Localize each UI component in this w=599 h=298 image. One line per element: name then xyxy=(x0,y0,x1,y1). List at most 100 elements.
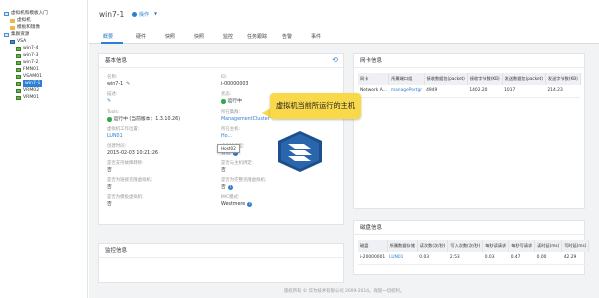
tree-item[interactable]: 虚拟机 xyxy=(0,17,87,24)
tab-task-tracking[interactable]: 任务跟踪 xyxy=(247,33,267,40)
disk-info-panel: 磁盘信息 磁盘 所属数据存储 读次数(次/秒) 写入次数(次/秒) 每秒读请求 每秒写请求… xyxy=(353,220,590,275)
active-tab-indicator xyxy=(101,42,123,44)
vm-icon xyxy=(16,67,21,72)
watermark-logo-icon xyxy=(278,131,322,172)
column-header[interactable]: 读时延(ms) xyxy=(534,240,563,252)
tree-item[interactable]: win7-1 xyxy=(0,80,87,87)
host-link[interactable]: Ho... xyxy=(221,133,240,140)
vm-title: win7-1 xyxy=(99,10,125,19)
main-area: win7-1 操作 ▼ 概要 硬件 快照 快照 监控 任务跟踪 告警 事件 基本… xyxy=(89,0,599,298)
ha-value: 否 xyxy=(107,168,112,173)
vm-icon xyxy=(16,60,21,65)
tools-value: 运行中 (当前版本：1.3.10.26) xyxy=(113,117,181,122)
tree-item-label: win7-4 xyxy=(23,46,39,51)
name-value: win7-1 xyxy=(107,82,124,87)
table-cell: 4949 xyxy=(424,85,468,98)
table-cell-link[interactable]: LUN01 xyxy=(387,252,418,265)
vm-header: win7-1 操作 ▼ xyxy=(89,0,599,26)
column-header[interactable]: 每秒写请求 xyxy=(508,240,536,252)
disk-table: 磁盘 所属数据存储 读次数(次/秒) 写入次数(次/秒) 每秒读请求 每秒写请求 读时延(m… xyxy=(358,240,590,265)
tab-bar: 概要 硬件 快照 快照 监控 任务跟踪 告警 事件 xyxy=(89,26,599,44)
linked-clone-label: 是否为链接克隆虚拟机: xyxy=(107,178,153,183)
tab-snapshot-2[interactable]: 快照 xyxy=(194,33,204,40)
column-header[interactable]: 网卡 xyxy=(358,73,390,85)
tab-monitor[interactable]: 监控 xyxy=(223,33,233,40)
monitor-title: 监控信息 xyxy=(99,244,343,258)
folder-icon xyxy=(10,25,15,30)
created-value: 2015-02-03 10:21:26 xyxy=(107,151,158,156)
monitor-panel: 监控信息 xyxy=(98,243,344,283)
full-clone-value: 否 xyxy=(221,185,226,190)
table-cell: Network A... xyxy=(358,85,389,98)
vm-location-link[interactable]: LUN01 xyxy=(107,133,139,140)
navigation-tree: 虚拟机和模板入门 虚拟机 模板和镜像 集群资源 VSA win7-4 win7-3 win7-… xyxy=(0,0,88,298)
tab-events[interactable]: 事件 xyxy=(311,33,321,40)
tree-item[interactable]: 模板和镜像 xyxy=(0,24,87,31)
edit-name-icon[interactable]: ✎ xyxy=(126,81,130,88)
vm-icon xyxy=(16,88,21,93)
tree-icon xyxy=(4,32,9,37)
table-cell: i-20000001 xyxy=(358,252,388,265)
refresh-icon[interactable]: ⟲ xyxy=(332,57,338,64)
table-cell: 0.00 xyxy=(534,252,562,265)
host-tooltip: Host02 xyxy=(217,144,240,153)
linked-clone-value: 否 xyxy=(107,185,112,190)
tab-summary[interactable]: 概要 xyxy=(103,33,113,40)
column-header[interactable]: 写入次数(次/秒) xyxy=(447,240,484,252)
operations-menu[interactable]: 操作 xyxy=(139,11,149,18)
imc-value: Westmere xyxy=(221,202,246,207)
column-header[interactable]: 读次数(次/秒) xyxy=(417,240,449,252)
tree-item[interactable]: VSA xyxy=(0,38,87,45)
tree-item[interactable]: win7-2 xyxy=(0,59,87,66)
tree-item-label: win7-1 xyxy=(23,80,43,87)
tree-item-label: win7-3 xyxy=(23,53,39,58)
tree-item[interactable]: VRM02 xyxy=(0,87,87,94)
edit-description-icon[interactable]: ✎ xyxy=(107,98,111,105)
callout-text: 虚拟机当前所运行的主机 xyxy=(275,101,356,110)
column-header[interactable]: 写时延(ms) xyxy=(561,240,590,252)
table-cell-link[interactable]: managePortgr xyxy=(388,85,425,98)
nic-info-title: 网卡信息 xyxy=(354,54,584,68)
tree-item[interactable]: win7-4 xyxy=(0,45,87,52)
table-row: i-20000001 LUN01 0.03 2.53 0.03 0.47 0.00 42.29 xyxy=(358,252,589,265)
vm-icon xyxy=(16,74,21,79)
table-row: Network A... managePortgr 4949 1402.20 1017 2… xyxy=(358,85,581,98)
operations-icon[interactable] xyxy=(132,11,137,17)
tree-item[interactable]: FMN01 xyxy=(0,66,87,73)
vm-icon xyxy=(16,81,21,86)
nic-table: 网卡 所属端口组 接收数据包(packet) 接收字节数(KB) 发送数据包(packe… xyxy=(358,73,581,98)
tree-item-label: 虚拟机和模板入门 xyxy=(11,11,48,16)
host-bind-label: 是否与主机绑定: xyxy=(221,161,254,166)
tree-item[interactable]: VSAM01 xyxy=(0,73,87,80)
tree-item[interactable]: 虚拟机和模板入门 xyxy=(0,10,87,17)
column-header[interactable]: 每秒读请求 xyxy=(482,240,510,252)
column-header[interactable]: 所属端口组 xyxy=(388,73,425,85)
tree-item-label: FMN01 xyxy=(23,67,39,72)
tab-alarms[interactable]: 告警 xyxy=(282,33,292,40)
tree-item-label: VSA xyxy=(17,39,27,44)
column-header[interactable]: 接收字节数(KB) xyxy=(467,73,503,85)
template-value: 否 xyxy=(107,202,112,207)
copyright-footer: 版权所有 © 华为技术有限公司 2009-2014。保留一切权利。 xyxy=(283,289,405,294)
vm-icon xyxy=(16,53,21,58)
table-cell: 1402.20 xyxy=(467,85,503,98)
column-header[interactable]: 接收数据包(packet) xyxy=(424,73,468,85)
tree-item-label: VSAM01 xyxy=(23,74,43,79)
column-header[interactable]: 所属数据存储 xyxy=(387,240,418,252)
column-header[interactable]: 磁盘 xyxy=(358,240,388,252)
help-icon[interactable]: ? xyxy=(247,202,253,207)
tab-hardware[interactable]: 硬件 xyxy=(136,33,146,40)
column-header[interactable]: 发送数据包(packet) xyxy=(502,73,546,85)
ha-label: 是否支持故障转移: xyxy=(107,161,144,166)
tree-item-label: 虚拟机 xyxy=(17,18,31,23)
table-cell: 0.03 xyxy=(417,252,448,265)
template-label: 是否为模板虚拟机: xyxy=(107,195,144,200)
tree-item[interactable]: win7-3 xyxy=(0,52,87,59)
tab-snapshot[interactable]: 快照 xyxy=(165,33,175,40)
tree-item[interactable]: 集群资源 xyxy=(0,31,87,38)
tree-item-label: VRM02 xyxy=(23,88,40,93)
column-header[interactable]: 发送字节数(KB) xyxy=(545,73,581,85)
help-icon[interactable]: ? xyxy=(227,185,233,190)
tree-item[interactable]: VRM01 xyxy=(0,94,87,101)
chevron-down-icon[interactable]: ▼ xyxy=(154,11,157,16)
